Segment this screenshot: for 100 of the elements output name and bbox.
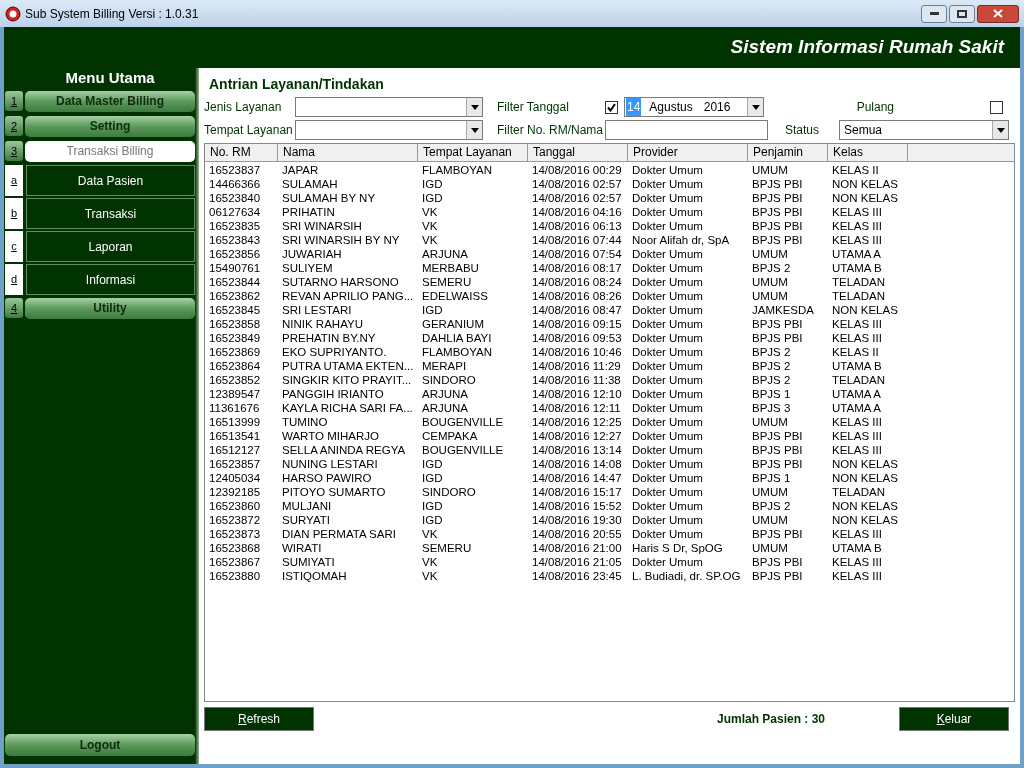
date-picker[interactable]: 14 Agustus 2016 <box>624 97 764 117</box>
table-row[interactable]: 16523864 PUTRA UTAMA EKTEN... MERAPI 14/08/2016 11:29 Dokter Umum BPJS 2 UTAMA B <box>205 359 1014 373</box>
table-cell-text: KAYLA RICHA SARI FA... <box>281 401 414 415</box>
table-row[interactable]: 16523867 SUMIYATI VK 14/08/2016 21:05 Dokter Umum BPJS PBI KELAS III <box>205 555 1014 569</box>
table-cell-text: 12392185 <box>208 485 262 499</box>
column-header[interactable]: No. RM <box>205 144 278 161</box>
field-label: Pulang <box>856 99 894 116</box>
column-header[interactable]: Kelas <box>828 144 908 161</box>
table-row[interactable]: 16523852 SINGKIR KITO PRAYIT... SINDORO 14/08/2016 11:38 Dokter Umum BPJS 2 TELADAN <box>205 373 1014 387</box>
table-cell-text: Dokter Umum <box>631 499 704 513</box>
table-cell-text: UMUM <box>751 513 789 527</box>
column-header[interactable]: Nama <box>278 144 418 161</box>
table-row[interactable]: 16523858 NINIK RAHAYU GERANIUM 14/08/2016 09:15 Dokter Umum BPJS PBI KELAS III <box>205 317 1014 331</box>
table-row[interactable]: 16523844 SUTARNO HARSONO SEMERU 14/08/2016 08:24 Dokter Umum UMUM TELADAN <box>205 275 1014 289</box>
table-cell-text: BPJS PBI <box>751 205 804 219</box>
table-cell-text: Dokter Umum <box>631 471 704 485</box>
table-cell-text: BPJS 2 <box>751 261 792 275</box>
column-header[interactable]: Provider <box>628 144 748 161</box>
table-row[interactable]: 16523849 PREHATIN BY.NY DAHLIA BAYI 14/08/2016 09:53 Dokter Umum BPJS PBI KELAS III <box>205 331 1014 345</box>
table-row[interactable]: 12392185 PITOYO SUMARTO SINDORO 14/08/2016 15:17 Dokter Umum UMUM TELADAN <box>205 485 1014 499</box>
search-field[interactable] <box>605 120 768 140</box>
table-cell-text: SULIYEM <box>281 261 334 275</box>
table-row[interactable]: 16523843 SRI WINARSIH BY NY VK 14/08/2016 07:44 Noor Alifah dr, SpA BPJS PBI KELAS III <box>205 233 1014 247</box>
close-button[interactable] <box>977 4 1019 23</box>
table-cell-text: BOUGENVILLE <box>421 415 505 429</box>
menu-key: 4 <box>5 298 23 318</box>
table-cell-text: BPJS 1 <box>751 387 792 401</box>
maximize-button[interactable] <box>949 4 975 23</box>
table-cell-text: BPJS PBI <box>751 569 804 583</box>
table-row[interactable]: 16523873 DIAN PERMATA SARI VK 14/08/2016 20:55 Dokter Umum BPJS PBI KELAS III <box>205 527 1014 541</box>
date-day: 14 <box>626 98 642 116</box>
table-row[interactable]: 16523868 WIRATI SEMERU 14/08/2016 21:00 Haris S Dr, SpOG UMUM UTAMA B <box>205 541 1014 555</box>
table-row[interactable]: 06127634 PRIHATIN VK 14/08/2016 04:16 Dokter Umum BPJS PBI KELAS III <box>205 205 1014 219</box>
table-row[interactable]: 12389547 PANGGIH IRIANTO ARJUNA 14/08/2016 12:10 Dokter Umum BPJS 1 UTAMA A <box>205 387 1014 401</box>
table-cell-text: KELAS III <box>831 429 883 443</box>
table-cell-text: UMUM <box>751 163 789 177</box>
table-cell-text: SINDORO <box>421 373 477 387</box>
exit-button[interactable]: Keluar <box>899 707 1009 731</box>
table-cell-text: UMUM <box>751 541 789 555</box>
table-cell-text: Dokter Umum <box>631 527 704 541</box>
table-cell-text: 16523880 <box>208 569 262 583</box>
table-row[interactable]: 16523860 MULJANI IGD 14/08/2016 15:52 Dokter Umum BPJS 2 NON KELAS <box>205 499 1014 513</box>
table-cell-text: KELAS II <box>831 163 880 177</box>
table-row[interactable]: 16523835 SRI WINARSIH VK 14/08/2016 06:13 Dokter Umum BPJS PBI KELAS III <box>205 219 1014 233</box>
table-cell-text: SINGKIR KITO PRAYIT... <box>281 373 413 387</box>
menu-key: a <box>5 165 23 196</box>
menu-item[interactable]: Transaksi Billing <box>25 140 195 162</box>
tempat-layanan-dropdown[interactable] <box>295 120 483 140</box>
table-row[interactable]: 16523857 NUNING LESTARI IGD 14/08/2016 14:08 Dokter Umum BPJS PBI NON KELAS <box>205 457 1014 471</box>
table-row[interactable]: 16523845 SRI LESTARI IGD 14/08/2016 08:47 Dokter Umum JAMKESDA NON KELAS <box>205 303 1014 317</box>
table-row[interactable]: 12405034 HARSO PAWIRO IGD 14/08/2016 14:47 Dokter Umum BPJS 1 NON KELAS <box>205 471 1014 485</box>
table-cell-text: SUMIYATI <box>281 555 336 569</box>
logout-button[interactable]: Logout <box>5 734 195 756</box>
table-row[interactable]: 16513999 TUMINO BOUGENVILLE 14/08/2016 12:25 Dokter Umum UMUM KELAS III <box>205 415 1014 429</box>
minimize-button[interactable] <box>921 4 947 23</box>
status-dropdown[interactable]: Semua <box>839 120 1009 140</box>
table-cell-text: IGD <box>421 499 444 513</box>
table-cell-text: BPJS PBI <box>751 219 804 233</box>
menu-item[interactable]: Data Master Billing <box>25 90 195 112</box>
table-cell-text: 12389547 <box>208 387 262 401</box>
submenu-item[interactable]: Data Pasien <box>26 165 195 196</box>
refresh-button[interactable]: Refresh <box>204 707 314 731</box>
table-cell-text: BPJS PBI <box>751 527 804 541</box>
table-row[interactable]: 16523880 ISTIQOMAH VK 14/08/2016 23:45 L. Budiadi, dr. SP.OG BPJS PBI KELAS III <box>205 569 1014 583</box>
table-row[interactable]: 16523837 JAPAR FLAMBOYAN 14/08/2016 00:29 Dokter Umum UMUM KELAS II <box>205 163 1014 177</box>
table-row[interactable]: 11361676 KAYLA RICHA SARI FA... ARJUNA 14/08/2016 12:11 Dokter Umum BPJS 3 UTAMA A <box>205 401 1014 415</box>
table-cell-text: JAPAR <box>281 163 320 177</box>
checkbox[interactable] <box>605 100 618 114</box>
jenis-layanan-dropdown[interactable] <box>295 97 483 117</box>
table-row[interactable]: 14466366 SULAMAH IGD 14/08/2016 02:57 Dokter Umum BPJS PBI NON KELAS <box>205 177 1014 191</box>
table-row[interactable]: 16513541 WARTO MIHARJO CEMPAKA 14/08/2016 12:27 Dokter Umum BPJS PBI KELAS III <box>205 429 1014 443</box>
table-cell-text: 14466366 <box>208 177 262 191</box>
table-cell-text: BPJS PBI <box>751 191 804 205</box>
table-cell-text: SELLA ANINDA REGYA <box>281 443 407 457</box>
table-cell-text: DIAN PERMATA SARI <box>281 527 397 541</box>
menu-item[interactable]: Setting <box>25 115 195 137</box>
table-row[interactable]: 16523840 SULAMAH BY NY IGD 14/08/2016 02:57 Dokter Umum BPJS PBI NON KELAS <box>205 191 1014 205</box>
column-header[interactable]: Tanggal <box>528 144 628 161</box>
table-row[interactable]: 16523856 JUWARIAH ARJUNA 14/08/2016 07:54 Dokter Umum UMUM UTAMA A <box>205 247 1014 261</box>
table-cell-text: 14/08/2016 12:10 <box>531 387 623 401</box>
table-cell-text: Dokter Umum <box>631 373 704 387</box>
table-row[interactable]: 16523872 SURYATI IGD 14/08/2016 19:30 Dokter Umum UMUM NON KELAS <box>205 513 1014 527</box>
checkbox[interactable] <box>990 100 1003 114</box>
table-cell-text: UTAMA A <box>831 401 882 415</box>
table-row[interactable]: 16512127 SELLA ANINDA REGYA BOUGENVILLE 14/08/2016 13:14 Dokter Umum BPJS PBI KELAS III <box>205 443 1014 457</box>
table-cell-text: FLAMBOYAN <box>421 163 494 177</box>
column-header[interactable]: Tempat Layanan <box>418 144 528 161</box>
table-cell-text: NON KELAS <box>831 471 899 485</box>
submenu-item[interactable]: Informasi <box>26 264 195 295</box>
table-cell-text: KELAS III <box>831 527 883 541</box>
submenu-item[interactable]: Transaksi <box>26 198 195 229</box>
table-cell-text: NON KELAS <box>831 513 899 527</box>
submenu-item[interactable]: Laporan <box>26 231 195 262</box>
table-cell-text: 14/08/2016 15:52 <box>531 499 623 513</box>
table-row[interactable]: 15490761 SULIYEM MERBABU 14/08/2016 08:17 Dokter Umum BPJS 2 UTAMA B <box>205 261 1014 275</box>
table-row[interactable]: 16523862 REVAN APRILIO PANG... EDELWAISS 14/08/2016 08:26 Dokter Umum UMUM TELADAN <box>205 289 1014 303</box>
table-row[interactable]: 16523869 EKO SUPRIYANTO. FLAMBOYAN 14/08/2016 10:46 Dokter Umum BPJS 2 KELAS II <box>205 345 1014 359</box>
column-header[interactable]: Penjamin <box>748 144 828 161</box>
menu-item[interactable]: Utility <box>25 297 195 319</box>
table-cell-text: 16523844 <box>208 275 262 289</box>
